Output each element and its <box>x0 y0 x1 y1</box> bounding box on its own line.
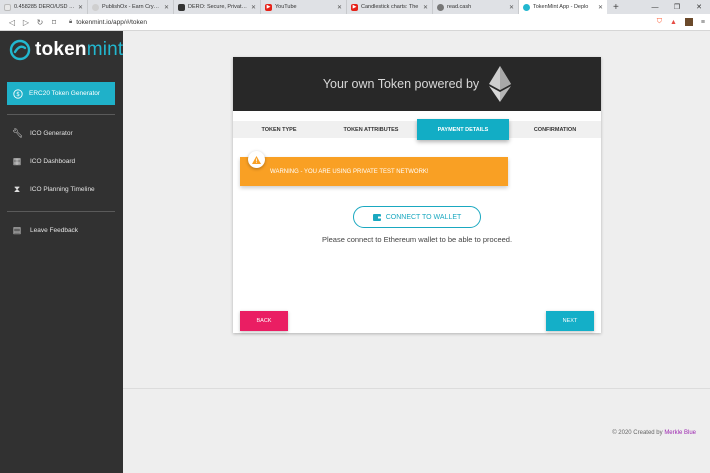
dashboard-icon: ▦ <box>12 156 22 166</box>
chat-icon: ▤ <box>12 225 22 235</box>
extension-icon[interactable] <box>684 18 693 26</box>
url-field[interactable]: 🔒︎ tokenmint.io/app/#/token <box>69 19 147 26</box>
minimize-icon[interactable]: — <box>644 4 666 11</box>
youtube-favicon-icon: ▶ <box>351 3 358 11</box>
brave-shield-icon[interactable]: ⛉ <box>657 18 662 26</box>
sidebar-item-erc20-token-generator[interactable]: $ ERC20 Token Generator <box>7 82 115 105</box>
globe-favicon-icon <box>437 3 444 11</box>
lock-icon: 🔒︎ <box>69 18 73 25</box>
close-window-icon[interactable]: ✕ <box>688 3 710 11</box>
test-network-warning: WARNING - YOU ARE USING PRIVATE TEST NET… <box>240 157 508 186</box>
tab-close-icon[interactable]: ✕ <box>423 4 428 11</box>
back-button[interactable]: BACK <box>240 311 288 331</box>
address-bar: ◁ ▷ ↻ ⌑ 🔒︎ tokenmint.io/app/#/token ⛉ ▲ … <box>0 14 710 31</box>
sidebar-item-label: ERC20 Token Generator <box>29 90 101 97</box>
youtube-favicon-icon: ▶ <box>265 3 272 11</box>
logo-text-mint: mint <box>86 39 124 60</box>
step-token-attributes[interactable]: TOKEN ATTRIBUTES <box>325 121 417 138</box>
sidebar-divider <box>7 211 115 212</box>
tab-close-icon[interactable]: ✕ <box>78 4 83 11</box>
sidebar-item-label: ICO Planning Timeline <box>30 186 95 193</box>
ethereum-icon <box>489 66 512 102</box>
browser-tab[interactable]: ▶ YouTube ✕ <box>261 0 347 14</box>
footer-text: © 2020 Created by <box>612 430 665 436</box>
step-confirmation[interactable]: CONFIRMATION <box>509 121 601 138</box>
bookmark-icon[interactable]: ⌑ <box>47 18 61 27</box>
back-arrow-icon[interactable]: ◁ <box>5 18 19 27</box>
tab-favicon-icon <box>178 3 185 11</box>
sidebar: tokenmint $ ERC20 Token Generator 🔧︎ ICO… <box>0 31 123 473</box>
tokenmint-logo-icon <box>9 39 31 61</box>
main-content: Your own Token powered by TOKEN TYPE TOK… <box>123 31 710 473</box>
footer-link-merkle-blue[interactable]: Merkle Blue <box>664 430 696 436</box>
sidebar-item-label: Leave Feedback <box>30 227 79 234</box>
card-header: Your own Token powered by <box>233 57 601 111</box>
footer-divider <box>123 388 710 389</box>
new-tab-button[interactable]: + <box>607 0 625 14</box>
logo-text: tokenmint <box>35 39 123 61</box>
tab-label: read.cash <box>447 4 472 10</box>
wallet-icon <box>372 213 381 221</box>
connect-instruction: Please connect to Ethereum wallet to be … <box>321 235 513 244</box>
tab-close-icon[interactable]: ✕ <box>251 4 256 11</box>
maximize-icon[interactable]: ❐ <box>666 3 688 11</box>
wizard-steps: TOKEN TYPE TOKEN ATTRIBUTES PAYMENT DETA… <box>233 119 601 140</box>
browser-tab[interactable]: PublishOx - Earn Crypto ✕ <box>88 0 174 14</box>
sidebar-item-label: ICO Dashboard <box>30 158 76 165</box>
browser-tab[interactable]: DERO: Secure, Private, C ✕ <box>174 0 261 14</box>
tab-close-icon[interactable]: ✕ <box>509 4 514 11</box>
footer: © 2020 Created by Merkle Blue <box>612 430 696 436</box>
tab-favicon-icon <box>92 3 99 11</box>
url-text: tokenmint.io/app/#/token <box>76 18 148 26</box>
tokenmint-favicon-icon <box>523 3 530 11</box>
tab-label: 0.458285 DERO/USD - C <box>14 4 75 10</box>
reload-icon[interactable]: ↻ <box>33 18 47 27</box>
tab-favicon-icon <box>4 3 11 11</box>
connect-button-label: CONNECT TO WALLET <box>385 213 462 221</box>
browser-tab-bar: 0.458285 DERO/USD - C ✕ PublishOx - Earn… <box>0 0 710 14</box>
sidebar-item-ico-generator[interactable]: 🔧︎ ICO Generator <box>12 128 73 139</box>
browser-tab[interactable]: ▶ Candlestick charts: The ✕ <box>347 0 433 14</box>
tab-label: TokenMint App - Deplo <box>533 4 589 10</box>
tab-close-icon[interactable]: ✕ <box>598 4 603 11</box>
window-controls: — ❐ ✕ <box>644 0 710 14</box>
wrench-icon: 🔧︎ <box>12 128 24 138</box>
forward-arrow-icon[interactable]: ▷ <box>19 18 33 27</box>
hourglass-icon: ⧗ <box>13 184 21 194</box>
sidebar-item-ico-planning-timeline[interactable]: ⧗ ICO Planning Timeline <box>12 184 95 195</box>
token-wizard-card: Your own Token powered by TOKEN TYPE TOK… <box>233 57 601 333</box>
tab-label: PublishOx - Earn Crypto <box>102 4 161 10</box>
tokenmint-logo[interactable]: tokenmint <box>9 39 123 61</box>
card-title: Your own Token powered by <box>322 77 480 91</box>
tab-label: YouTube <box>275 4 297 10</box>
sidebar-divider <box>7 114 115 115</box>
extension-icons: ⛉ ▲ ≡ <box>657 18 705 26</box>
dollar-circle-icon: $ <box>13 88 23 99</box>
logo-text-token: token <box>35 39 87 60</box>
menu-icon[interactable]: ≡ <box>701 19 705 26</box>
step-token-type[interactable]: TOKEN TYPE <box>233 121 325 138</box>
browser-tab[interactable]: 0.458285 DERO/USD - C ✕ <box>0 0 88 14</box>
next-button[interactable]: NEXT <box>546 311 594 331</box>
tab-label: DERO: Secure, Private, C <box>188 4 248 10</box>
sidebar-item-label: ICO Generator <box>30 130 73 137</box>
sidebar-item-leave-feedback[interactable]: ▤ Leave Feedback <box>12 225 78 236</box>
svg-text:$: $ <box>16 91 20 98</box>
connect-to-wallet-button[interactable]: CONNECT TO WALLET <box>353 206 481 228</box>
tab-close-icon[interactable]: ✕ <box>164 4 169 11</box>
tab-close-icon[interactable]: ✕ <box>337 4 342 11</box>
browser-tab[interactable]: read.cash ✕ <box>433 0 519 14</box>
tab-label: Candlestick charts: The <box>361 4 419 10</box>
browser-tab-active[interactable]: TokenMint App - Deplo ✕ <box>519 0 607 14</box>
warning-icon <box>248 151 265 168</box>
step-payment-details[interactable]: PAYMENT DETAILS <box>417 119 509 140</box>
brave-rewards-icon[interactable]: ▲ <box>670 19 677 26</box>
warning-text: WARNING - YOU ARE USING PRIVATE TEST NET… <box>270 168 429 175</box>
sidebar-item-ico-dashboard[interactable]: ▦ ICO Dashboard <box>12 156 75 167</box>
